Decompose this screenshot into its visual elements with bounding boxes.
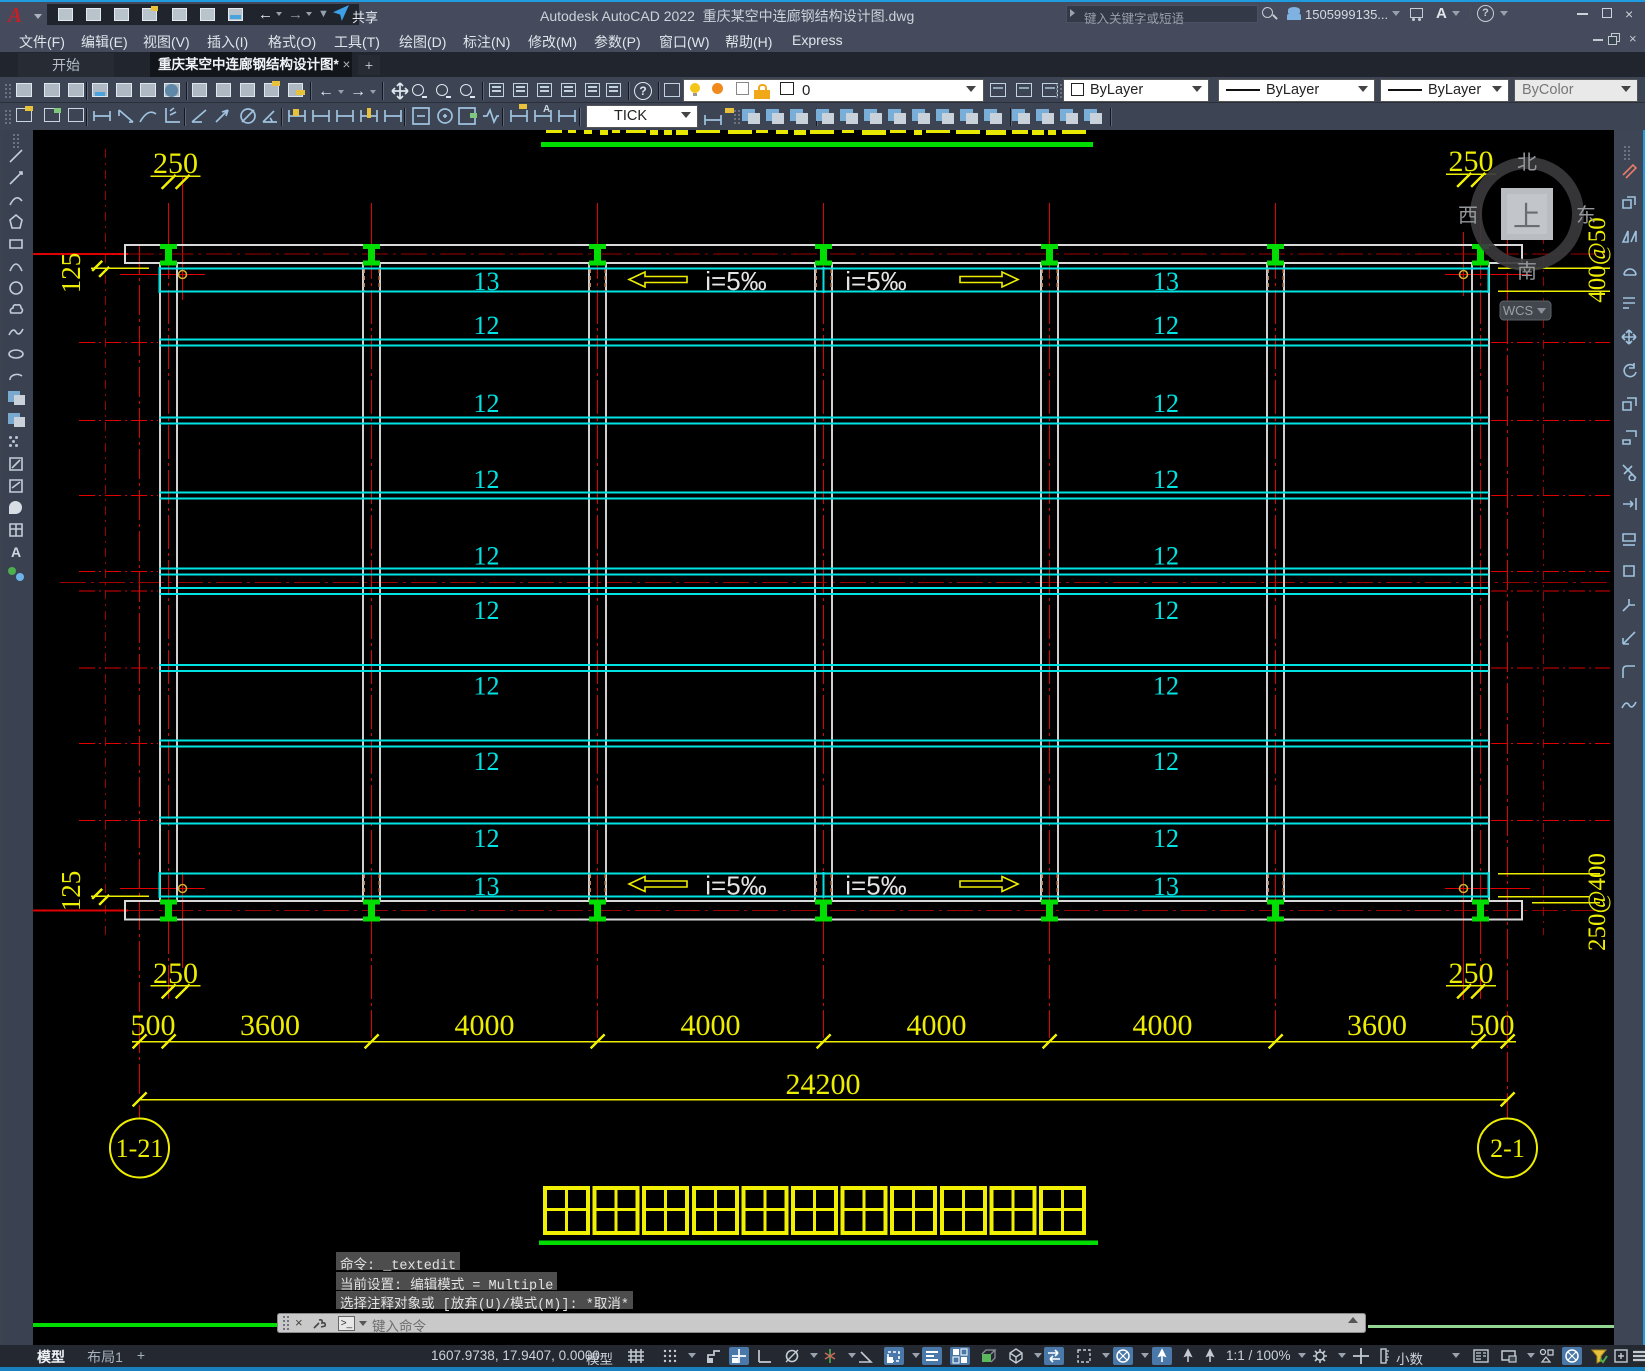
svg-text:12: 12 <box>474 465 500 494</box>
svg-text:4000: 4000 <box>1133 1009 1193 1042</box>
svg-text:东: 东 <box>1576 204 1596 227</box>
svg-text:2-1: 2-1 <box>1490 1134 1525 1163</box>
svg-text:24200: 24200 <box>786 1068 861 1101</box>
svg-text:12: 12 <box>1153 389 1179 418</box>
svg-text:4000: 4000 <box>681 1009 741 1042</box>
svg-text:12: 12 <box>474 389 500 418</box>
svg-text:13: 13 <box>1153 267 1179 296</box>
svg-text:i=5‰: i=5‰ <box>705 871 766 901</box>
svg-text:13: 13 <box>1153 872 1179 901</box>
svg-text:1-21: 1-21 <box>116 1134 164 1163</box>
svg-text:WCS: WCS <box>1503 303 1534 318</box>
svg-text:12: 12 <box>1153 672 1179 701</box>
svg-text:12: 12 <box>1153 311 1179 340</box>
svg-text:13: 13 <box>474 872 500 901</box>
svg-text:12: 12 <box>1153 747 1179 776</box>
svg-text:3600: 3600 <box>1347 1009 1407 1042</box>
svg-text:12: 12 <box>1153 596 1179 625</box>
svg-text:i=5‰: i=5‰ <box>845 266 906 296</box>
svg-text:i=5‰: i=5‰ <box>705 266 766 296</box>
svg-text:4000: 4000 <box>907 1009 967 1042</box>
svg-text:12: 12 <box>1153 542 1179 571</box>
svg-text:12: 12 <box>474 672 500 701</box>
svg-text:12: 12 <box>1153 824 1179 853</box>
svg-text:北: 北 <box>1517 151 1537 174</box>
svg-text:12: 12 <box>474 596 500 625</box>
svg-text:125: 125 <box>56 871 86 912</box>
svg-text:400@50: 400@50 <box>1584 217 1611 303</box>
svg-text:上: 上 <box>1513 201 1541 232</box>
svg-text:12: 12 <box>474 824 500 853</box>
svg-text:4000: 4000 <box>455 1009 515 1042</box>
svg-text:i=5‰: i=5‰ <box>845 871 906 901</box>
svg-text:125: 125 <box>56 253 86 294</box>
svg-text:12: 12 <box>1153 465 1179 494</box>
svg-text:12: 12 <box>474 311 500 340</box>
svg-text:13: 13 <box>474 267 500 296</box>
svg-text:500: 500 <box>1470 1009 1515 1042</box>
svg-text:12: 12 <box>474 542 500 571</box>
svg-text:南: 南 <box>1517 260 1537 283</box>
svg-text:3600: 3600 <box>240 1009 300 1042</box>
svg-text:西: 西 <box>1458 205 1478 227</box>
svg-text:12: 12 <box>474 747 500 776</box>
svg-text:500: 500 <box>131 1009 176 1042</box>
svg-text:250@400: 250@400 <box>1584 853 1611 951</box>
